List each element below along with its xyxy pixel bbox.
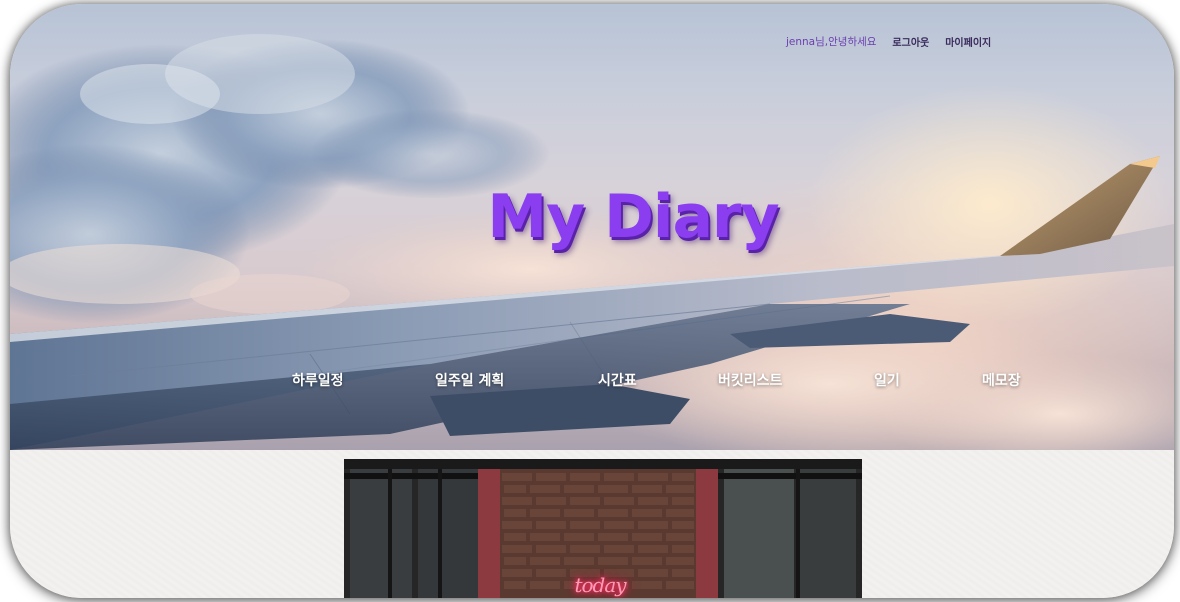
nav-item-weekly-plan[interactable]: 일주일 계획 — [435, 370, 504, 390]
main-nav: 하루일정 일주일 계획 시간표 버킷리스트 일기 메모장 — [10, 370, 1174, 400]
hero-banner: jenna님,안녕하세요 로그아웃 마이페이지 My Diary 하루일정 일주… — [10, 4, 1174, 450]
nav-item-memo[interactable]: 메모장 — [982, 370, 1021, 390]
site-title[interactable]: My Diary — [10, 182, 1174, 252]
feature-image: today — [344, 459, 862, 598]
page-frame: jenna님,안녕하세요 로그아웃 마이페이지 My Diary 하루일정 일주… — [10, 4, 1174, 598]
content-area: today — [10, 450, 1174, 598]
logout-link[interactable]: 로그아웃 — [892, 34, 929, 49]
neon-sign-text: today — [574, 573, 626, 597]
nav-item-daily-schedule[interactable]: 하루일정 — [292, 370, 344, 390]
nav-item-timetable[interactable]: 시간표 — [598, 370, 637, 390]
mypage-link[interactable]: 마이페이지 — [945, 34, 991, 49]
nav-item-bucket-list[interactable]: 버킷리스트 — [718, 370, 782, 390]
user-menu: jenna님,안녕하세요 로그아웃 마이페이지 — [786, 34, 991, 49]
nav-item-diary[interactable]: 일기 — [874, 370, 900, 390]
user-greeting: jenna님,안녕하세요 — [786, 36, 877, 48]
